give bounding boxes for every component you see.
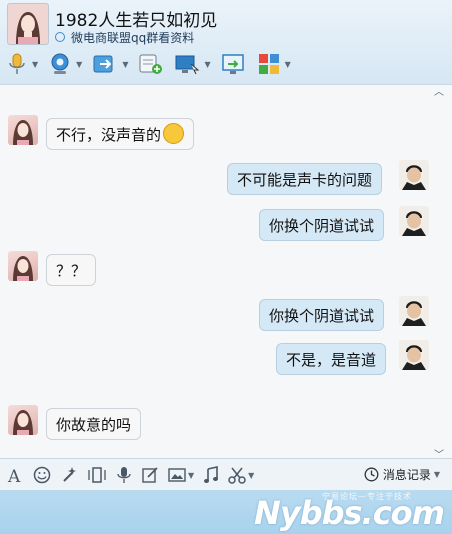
shake-window-icon <box>88 467 106 483</box>
chevron-down-icon[interactable]: ▼ <box>285 60 291 69</box>
apps-button[interactable]: ▼ <box>257 51 291 77</box>
message-bubble[interactable]: ？？ <box>46 254 97 286</box>
message-area[interactable]: ︿ 不行，没声音的 不可能是声卡的问题 你换个阴道试试 ？？ 你换个阴道试试 不… <box>0 83 452 461</box>
webcam-icon <box>51 53 69 74</box>
remote-desktop-icon <box>175 55 200 75</box>
image-icon <box>168 468 186 482</box>
emoji-button[interactable] <box>33 462 51 488</box>
file-transfer-icon <box>93 55 113 73</box>
signature-text: 微电商联盟qq群看资料 <box>71 30 195 45</box>
message-text: 不行，没声音的 <box>56 126 162 144</box>
message-text: 你换个阴道试试 <box>269 307 375 325</box>
font-button[interactable]: A <box>6 462 24 488</box>
send-file-button[interactable]: ▼ <box>92 51 128 77</box>
voice-message-button[interactable] <box>116 462 132 488</box>
user-avatar-small[interactable] <box>399 340 429 370</box>
chat-toolbar: ▼ ▼ ▼ ▼ ▼ <box>6 51 301 77</box>
font-icon: A <box>7 467 21 485</box>
message-history-label: 消息记录 <box>382 468 431 482</box>
message-history-button[interactable]: 消息记录 ▼ <box>364 466 440 483</box>
music-button[interactable] <box>203 462 219 488</box>
message-text: 不可能是声卡的问题 <box>237 171 373 189</box>
chevron-down-icon[interactable]: ▼ <box>122 60 128 69</box>
scissors-icon <box>228 467 246 484</box>
magic-wand-icon <box>63 467 76 482</box>
message-text: 你换个阴道试试 <box>269 217 375 235</box>
video-call-button[interactable]: ▼ <box>48 51 82 77</box>
add-message-icon <box>139 54 163 74</box>
share-screen-button[interactable] <box>221 51 247 77</box>
chevron-down-icon: ▼ <box>433 470 440 479</box>
chevron-down-icon[interactable]: ▼ <box>204 60 210 69</box>
voice-message-icon <box>117 467 131 483</box>
edit-button[interactable] <box>141 462 159 488</box>
svg-text:A: A <box>7 467 21 485</box>
chevron-down-icon[interactable]: ▼ <box>76 60 82 69</box>
shake-window-button[interactable] <box>87 462 107 488</box>
send-image-button[interactable]: ▼ <box>168 462 194 488</box>
new-message-button[interactable] <box>138 51 164 77</box>
dizzy-face-emoji <box>163 123 185 144</box>
contact-avatar-small[interactable] <box>8 251 38 281</box>
voice-call-button[interactable]: ▼ <box>6 51 38 77</box>
chevron-down-icon[interactable]: ▼ <box>188 471 194 480</box>
message-bubble[interactable]: 不是，是音道 <box>276 343 387 375</box>
clock-icon <box>364 467 379 482</box>
microphone-icon <box>9 53 25 74</box>
emoji-icon <box>33 466 51 484</box>
chevron-down-icon[interactable]: ▼ <box>32 60 38 69</box>
chat-header: 1982人生若只如初见 微电商联盟qq群看资料 ▼ ▼ ▼ ▼ ▼ <box>0 0 452 84</box>
remote-assist-button[interactable]: ▼ <box>174 51 211 77</box>
contact-avatar[interactable] <box>7 3 49 45</box>
user-avatar-small[interactable] <box>399 206 429 236</box>
contact-avatar-small[interactable] <box>8 405 38 435</box>
scroll-up-icon[interactable]: ︿ <box>434 83 444 98</box>
screenshot-button[interactable]: ▼ <box>228 462 254 488</box>
contact-name: 1982人生若只如初见 <box>55 11 218 31</box>
message-text: 不是，是音道 <box>286 351 377 369</box>
music-icon <box>204 466 219 483</box>
watermark-logo: Nybbs.com <box>254 494 445 532</box>
contact-signature: 微电商联盟qq群看资料 <box>55 29 194 45</box>
message-bubble[interactable]: 你故意的吗 <box>46 408 142 440</box>
apps-grid-icon <box>258 54 279 74</box>
chevron-down-icon[interactable]: ▼ <box>248 471 254 480</box>
message-bubble[interactable]: 不行，没声音的 <box>46 118 195 150</box>
message-bubble[interactable]: 不可能是声卡的问题 <box>227 163 383 195</box>
user-avatar-small[interactable] <box>399 296 429 326</box>
message-text: 你故意的吗 <box>56 416 132 434</box>
user-avatar-small[interactable] <box>399 160 429 190</box>
message-text: ？？ <box>56 262 87 280</box>
input-toolbar: A ▼ ▼ 消息记录 ▼ <box>0 458 452 491</box>
message-bubble[interactable]: 你换个阴道试试 <box>259 299 385 331</box>
message-bubble[interactable]: 你换个阴道试试 <box>259 209 385 241</box>
screen-share-icon <box>221 54 244 74</box>
edit-icon <box>142 467 158 483</box>
contact-avatar-small[interactable] <box>8 115 38 145</box>
magic-emoticon-button[interactable] <box>60 462 78 488</box>
signature-icon <box>55 32 65 42</box>
